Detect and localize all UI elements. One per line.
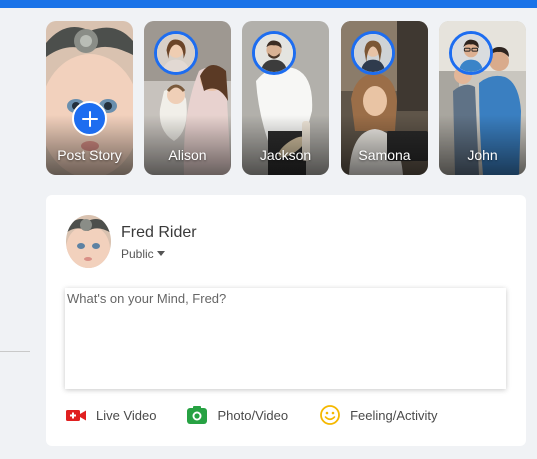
photo-video-label: Photo/Video — [217, 407, 289, 423]
story-label: Alison — [168, 147, 207, 163]
add-story-button[interactable] — [72, 101, 107, 136]
story-label: Post Story — [57, 147, 122, 163]
author-name: Fred Rider — [121, 224, 197, 241]
live-video-icon — [66, 410, 86, 421]
story-card-jackson[interactable]: Jackson — [242, 21, 329, 175]
feeling-activity-button[interactable]: Feeling/Activity — [319, 405, 438, 425]
privacy-label: Public — [121, 247, 154, 261]
avatar — [252, 31, 296, 75]
story-label: John — [467, 147, 498, 163]
smiley-icon — [320, 405, 340, 425]
composer-actions: Live Video Photo/Video Feeling/Activity — [65, 405, 438, 425]
post-composer-input[interactable] — [65, 288, 506, 389]
feeling-activity-label: Feeling/Activity — [350, 407, 438, 423]
story-card-john[interactable]: John — [439, 21, 526, 175]
caret-down-icon — [156, 251, 165, 256]
avatar — [154, 31, 198, 75]
sidebar-divider — [0, 351, 30, 352]
avatar — [351, 31, 395, 75]
story-card-post-story[interactable]: Post Story — [46, 21, 133, 175]
author-avatar[interactable] — [66, 215, 111, 268]
privacy-selector[interactable]: Public — [121, 247, 165, 261]
story-label: Jackson — [259, 147, 312, 163]
top-nav-bar — [0, 0, 537, 8]
live-video-label: Live Video — [96, 407, 157, 423]
story-card-samona[interactable]: Samona — [341, 21, 428, 175]
photo-video-button[interactable]: Photo/Video — [186, 405, 288, 425]
plus-icon — [81, 110, 98, 127]
avatar — [449, 31, 493, 75]
live-video-button[interactable]: Live Video — [65, 405, 156, 425]
create-post-card: Fred Rider Public Live Video Photo/Video — [46, 195, 526, 446]
story-label: Samona — [358, 147, 411, 163]
story-card-alison[interactable]: Alison — [144, 21, 231, 175]
stories-row: Post Story Alison Jackson Samona John — [46, 21, 537, 175]
camera-icon — [187, 406, 208, 424]
